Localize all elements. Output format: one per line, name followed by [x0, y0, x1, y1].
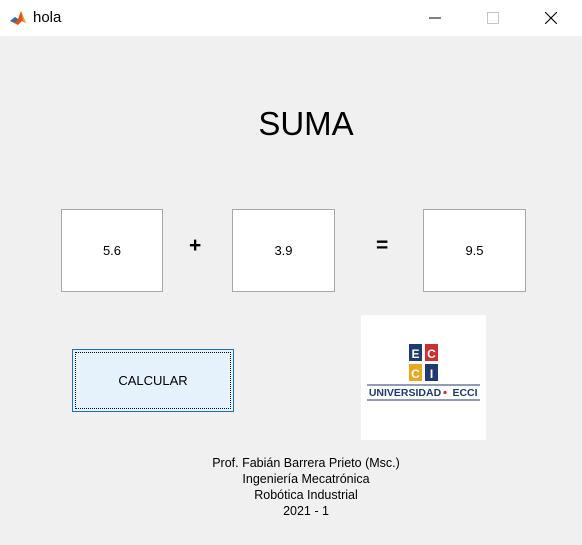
close-button[interactable] — [528, 0, 574, 36]
page-title: SUMA — [258, 105, 354, 142]
maximize-icon — [487, 12, 499, 24]
operand-b-field[interactable]: 3.9 — [232, 209, 335, 292]
credits-block: Prof. Fabián Barrera Prieto (Msc.) Ingen… — [160, 455, 452, 519]
title-bar: hola — [0, 0, 582, 36]
logo-letter-c2: C — [411, 367, 420, 381]
credits-term: 2021 - 1 — [283, 504, 329, 518]
ecci-logo: E C C I UNIVERSIDAD ECCI — [361, 315, 486, 440]
calculate-button[interactable]: CALCULAR — [72, 349, 234, 412]
maximize-button[interactable] — [470, 0, 516, 36]
plus-sign: + — [189, 234, 202, 257]
operand-a-value: 5.6 — [102, 243, 122, 258]
ecci-logo-graphic: E C C I UNIVERSIDAD ECCI — [367, 344, 480, 401]
logo-letter-e: E — [411, 347, 419, 361]
result-field[interactable]: 9.5 — [423, 209, 526, 292]
credits-author: Prof. Fabián Barrera Prieto (Msc.) — [212, 456, 400, 470]
matlab-icon — [9, 9, 27, 27]
result-value: 9.5 — [465, 243, 484, 258]
operand-a-field[interactable]: 5.6 — [61, 209, 163, 292]
calculate-button-label: CALCULAR — [118, 373, 188, 388]
logo-caption-right: ECCI — [452, 387, 477, 399]
minimize-button[interactable] — [412, 0, 458, 36]
credits-course: Robótica Industrial — [254, 488, 358, 502]
credits-program: Ingeniería Mecatrónica — [242, 472, 370, 486]
operand-b-value: 3.9 — [274, 243, 293, 258]
close-icon — [545, 12, 557, 24]
logo-caption-left: UNIVERSIDAD — [369, 387, 442, 399]
equals-sign: = — [376, 234, 389, 257]
minimize-icon — [429, 17, 441, 19]
window-title: hola — [33, 9, 62, 26]
logo-letter-i: I — [430, 367, 433, 381]
logo-letter-c1: C — [427, 347, 436, 361]
